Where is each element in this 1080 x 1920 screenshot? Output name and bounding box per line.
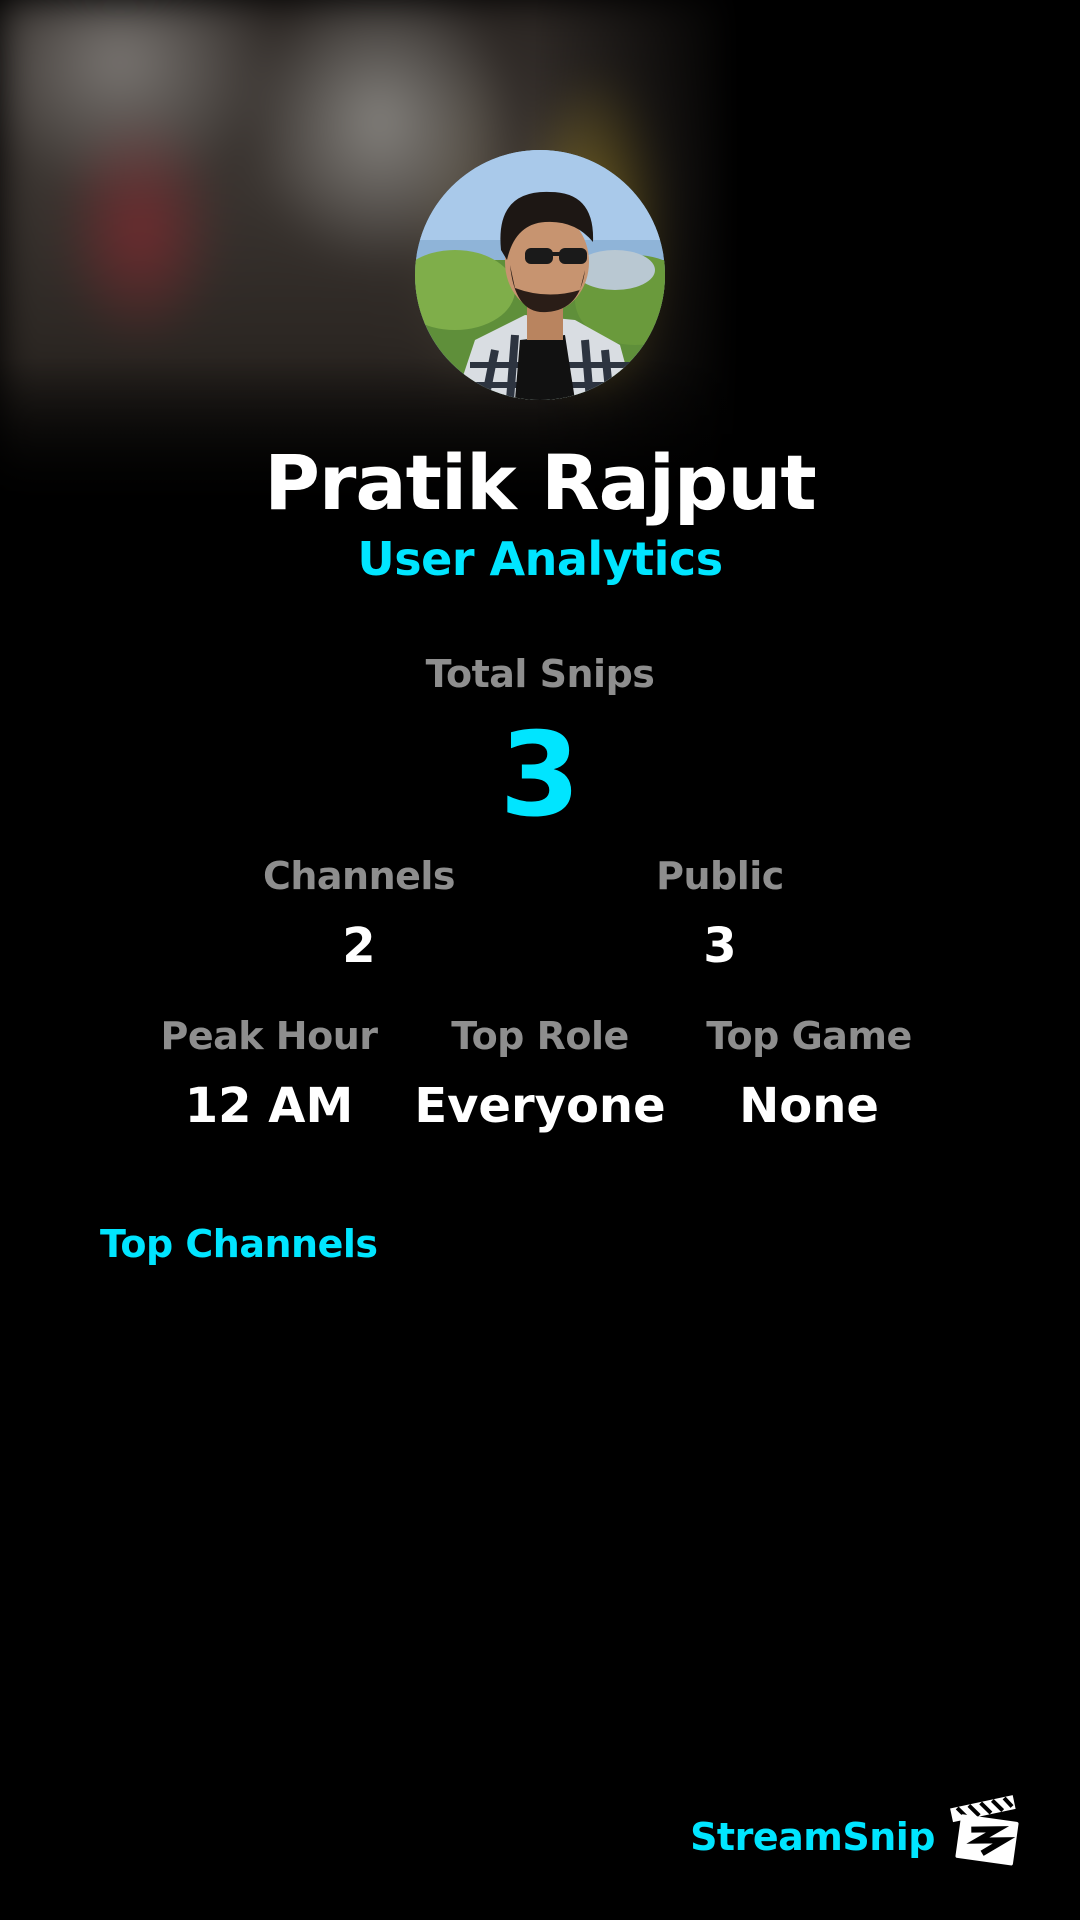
user-name: Pratik Rajput	[264, 438, 817, 527]
brand-name: StreamSnip	[690, 1815, 935, 1859]
streamsnip-clapperboard-icon	[948, 1788, 1028, 1868]
top-channels-heading: Top Channels	[100, 1222, 378, 1266]
stat-label: Channels	[262, 854, 456, 898]
stat-public: Public 3	[570, 852, 870, 976]
total-snips-label: Total Snips	[425, 652, 655, 696]
stat-value: None	[739, 1078, 879, 1134]
stat-label: Top Game	[706, 1014, 912, 1058]
stat-value: Everyone	[414, 1078, 666, 1134]
stat-peak-hour: Peak Hour 12 AM	[119, 1012, 419, 1136]
stat-top-role: Top Role Everyone	[390, 1012, 690, 1136]
stat-value: 2	[342, 918, 376, 974]
analytics-card: Pratik Rajput User Analytics Total Snips…	[0, 0, 1080, 1920]
stat-label: Peak Hour	[160, 1014, 378, 1058]
stat-value: 3	[703, 918, 737, 974]
avatar	[415, 150, 665, 400]
stat-channels: Channels 2	[209, 852, 509, 976]
total-snips-value: 3	[499, 708, 581, 843]
stat-label: Public	[656, 854, 784, 898]
page-subtitle: User Analytics	[357, 532, 723, 586]
stat-top-game: Top Game None	[659, 1012, 959, 1136]
avatar-photo-icon	[415, 150, 665, 400]
stat-value: 12 AM	[184, 1078, 354, 1134]
stat-label: Top Role	[451, 1014, 629, 1058]
